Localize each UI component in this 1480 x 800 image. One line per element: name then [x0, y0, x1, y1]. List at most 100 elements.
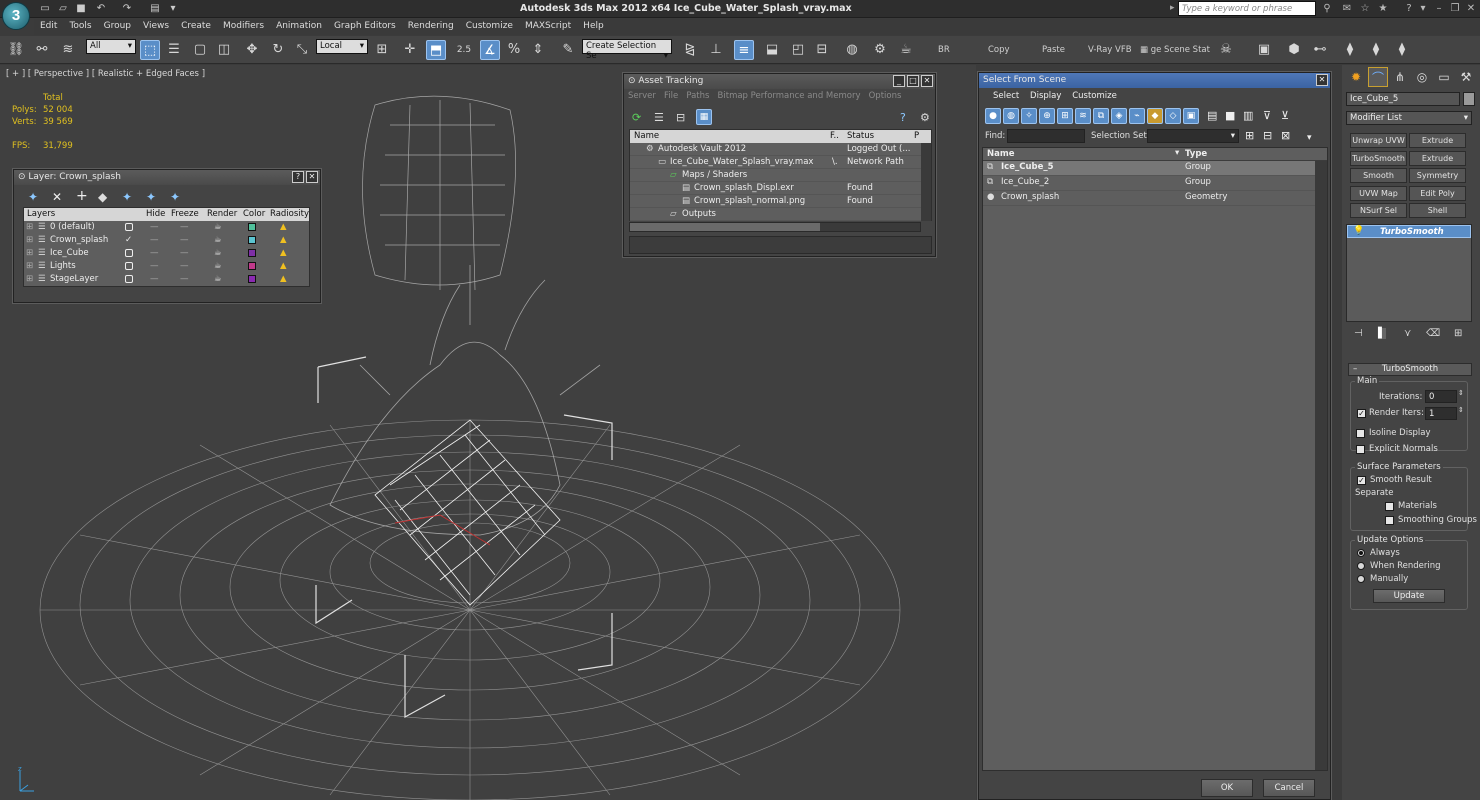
turbosmooth-rollout-header[interactable]: – TurboSmooth — [1348, 363, 1472, 376]
asset-path-field[interactable] — [629, 236, 932, 254]
menu-maxscript[interactable]: MAXScript — [519, 19, 577, 31]
asset-menu-bitmap[interactable]: Bitmap Performance and Memory — [718, 91, 861, 101]
render-setup-icon[interactable]: ⚙ — [870, 40, 890, 60]
asset-scroll-thumb[interactable] — [630, 223, 820, 231]
menu-modifiers[interactable]: Modifiers — [217, 19, 270, 31]
pin-stack-icon[interactable]: ⊣ — [1354, 328, 1363, 339]
add-to-layer-icon[interactable]: + — [76, 188, 88, 204]
asset-vertical-scrollbar[interactable] — [921, 143, 931, 221]
make-unique-icon[interactable]: ⋎ — [1404, 328, 1411, 339]
biped-green-icon[interactable]: ⧫ — [1366, 40, 1386, 60]
select-object-icon[interactable]: ⬚ — [140, 40, 160, 60]
select-from-scene-close-icon[interactable]: ✕ — [1316, 74, 1328, 86]
menu-edit[interactable]: Edit — [34, 19, 63, 31]
layer-current-toggle[interactable]: ✓ — [125, 235, 132, 245]
layer-manager-icon[interactable]: ≡ — [734, 40, 754, 60]
edit-named-selection-icon[interactable]: ✎ — [558, 40, 578, 60]
close-icon[interactable]: ✕ — [1464, 2, 1478, 16]
object-color-swatch[interactable] — [1463, 92, 1475, 106]
search-input[interactable]: Type a keyword or phrase — [1178, 1, 1316, 16]
menu-tools[interactable]: Tools — [63, 19, 97, 31]
rectangular-selection-icon[interactable]: ▢ — [190, 40, 210, 60]
symmetry-button[interactable]: Symmetry — [1409, 168, 1466, 183]
layer-hide-toggle[interactable]: — — [150, 274, 159, 284]
display-helpers-icon[interactable]: ⊞ — [1057, 108, 1073, 124]
layer-window-titlebar[interactable]: ⊙ Layer: Crown_splash ? ✕ — [14, 170, 320, 185]
display-geometry-icon[interactable]: ● — [985, 108, 1001, 124]
unwrap-uvw-button[interactable]: Unwrap UVW — [1350, 133, 1407, 148]
window-crossing-icon[interactable]: ◫ — [214, 40, 234, 60]
layer-name[interactable]: StageLayer — [50, 274, 98, 284]
filter-options-icon[interactable]: ⊻ — [1281, 109, 1289, 122]
layer-radiosity-icon[interactable]: ▲ — [280, 235, 287, 245]
vray-vfb-button[interactable]: V-Ray VFB — [1088, 45, 1132, 55]
layer-name[interactable]: Lights — [50, 261, 76, 271]
display-bones-icon[interactable]: ⌁ — [1129, 108, 1145, 124]
layer-name[interactable]: Ice_Cube — [50, 248, 89, 258]
layer-hide-toggle[interactable]: — — [150, 248, 159, 258]
display-groups-icon[interactable]: ⧉ — [1093, 108, 1109, 124]
biped-icon[interactable]: ⧫ — [1340, 40, 1360, 60]
col-asset-p[interactable]: P — [914, 131, 919, 141]
configure-sets-icon[interactable]: ⊞ — [1454, 328, 1462, 339]
smooth-button[interactable]: Smooth — [1350, 168, 1407, 183]
display-hidden-icon[interactable]: ▣ — [1183, 108, 1199, 124]
display-lights-icon[interactable]: ✧ — [1021, 108, 1037, 124]
render-iters-spinner[interactable]: 1 — [1425, 407, 1457, 420]
move-icon[interactable]: ✥ — [242, 40, 262, 60]
named-selection-set-dropdown[interactable]: Create Selection Se ▾ — [582, 39, 672, 61]
asset-help-icon[interactable]: ? — [900, 111, 906, 124]
layer-color-swatch[interactable] — [248, 223, 256, 231]
layer-hide-toggle[interactable]: — — [150, 261, 159, 271]
layer-radiosity-icon[interactable]: ▲ — [280, 248, 287, 258]
edit-poly-button[interactable]: Edit Poly — [1409, 186, 1466, 201]
rotate-icon[interactable]: ↻ — [268, 40, 288, 60]
modify-tab-icon[interactable]: ⌒ — [1368, 67, 1388, 87]
select-by-name-icon[interactable]: ☰ — [164, 40, 184, 60]
skull-icon[interactable]: ☠ — [1216, 40, 1236, 60]
col-hide[interactable]: Hide — [146, 209, 165, 219]
object-name-field[interactable]: Ice_Cube_5 — [1346, 92, 1460, 106]
sfs-dropdown-icon[interactable]: ▾ — [1307, 133, 1312, 143]
render-teapot-icon[interactable]: ☕ — [896, 40, 916, 60]
cancel-button[interactable]: Cancel — [1263, 779, 1315, 797]
asset-tracking-close-icon[interactable]: ✕ — [921, 75, 933, 87]
remove-modifier-icon[interactable]: ⌫ — [1426, 328, 1440, 339]
reference-coordinate-dropdown[interactable]: Local ▾ — [316, 39, 368, 54]
menu-group[interactable]: Group — [98, 19, 137, 31]
col-object-type[interactable]: Type — [1185, 149, 1207, 159]
layer-freeze-toggle[interactable]: — — [180, 235, 189, 245]
delete-layer-icon[interactable]: ✕ — [52, 190, 62, 204]
favorites-star-icon[interactable]: ★ — [1376, 2, 1390, 16]
schematic-view-icon[interactable]: ⊟ — [812, 40, 832, 60]
save-file-icon[interactable]: ■ — [74, 2, 88, 15]
layer-render-teapot-icon[interactable]: ☕ — [214, 274, 222, 284]
extrude-button[interactable]: Extrude — [1409, 133, 1466, 148]
quick-access-dropdown-icon[interactable]: ▾ — [166, 2, 180, 15]
asset-menu-server[interactable]: Server — [628, 91, 656, 101]
col-radiosity[interactable]: Radiosity — [270, 209, 309, 219]
object-tools-icon[interactable]: ⬢ — [1284, 40, 1304, 60]
explicit-normals-checkbox[interactable] — [1356, 445, 1365, 454]
layer-window-help-icon[interactable]: ? — [292, 171, 304, 183]
layer-color-swatch[interactable] — [248, 249, 256, 257]
separate-materials-checkbox[interactable] — [1385, 502, 1394, 511]
iterations-spinner-arrows-icon[interactable]: ⇕ — [1458, 389, 1464, 397]
layer-current-toggle[interactable] — [125, 262, 133, 270]
layer-window-close-icon[interactable]: ✕ — [306, 171, 318, 183]
asset-row[interactable]: ▤ Crown_splash_normal.png Found — [630, 195, 931, 208]
percent-snap-icon[interactable]: % — [504, 40, 524, 60]
select-all-icon[interactable]: ▤ — [1207, 109, 1217, 122]
shell-button[interactable]: Shell — [1409, 203, 1466, 218]
sfs-row[interactable]: ⧉ Ice_Cube_2 Group — [983, 176, 1327, 191]
col-render[interactable]: Render — [207, 209, 237, 219]
hierarchy-tab-icon[interactable]: ⋔ — [1390, 67, 1410, 87]
display-shapes-icon[interactable]: ◍ — [1003, 108, 1019, 124]
update-manually-radio[interactable] — [1357, 575, 1365, 583]
layer-expand-icon[interactable]: ⊞ — [26, 222, 33, 232]
filter-funnel-icon[interactable]: ⊽ — [1263, 109, 1271, 122]
display-containers-icon[interactable]: ◆ — [1147, 108, 1163, 124]
col-object-name[interactable]: Name — [987, 149, 1014, 159]
col-layers[interactable]: Layers — [27, 209, 55, 219]
create-layer-icon[interactable]: ✦ — [28, 190, 38, 204]
